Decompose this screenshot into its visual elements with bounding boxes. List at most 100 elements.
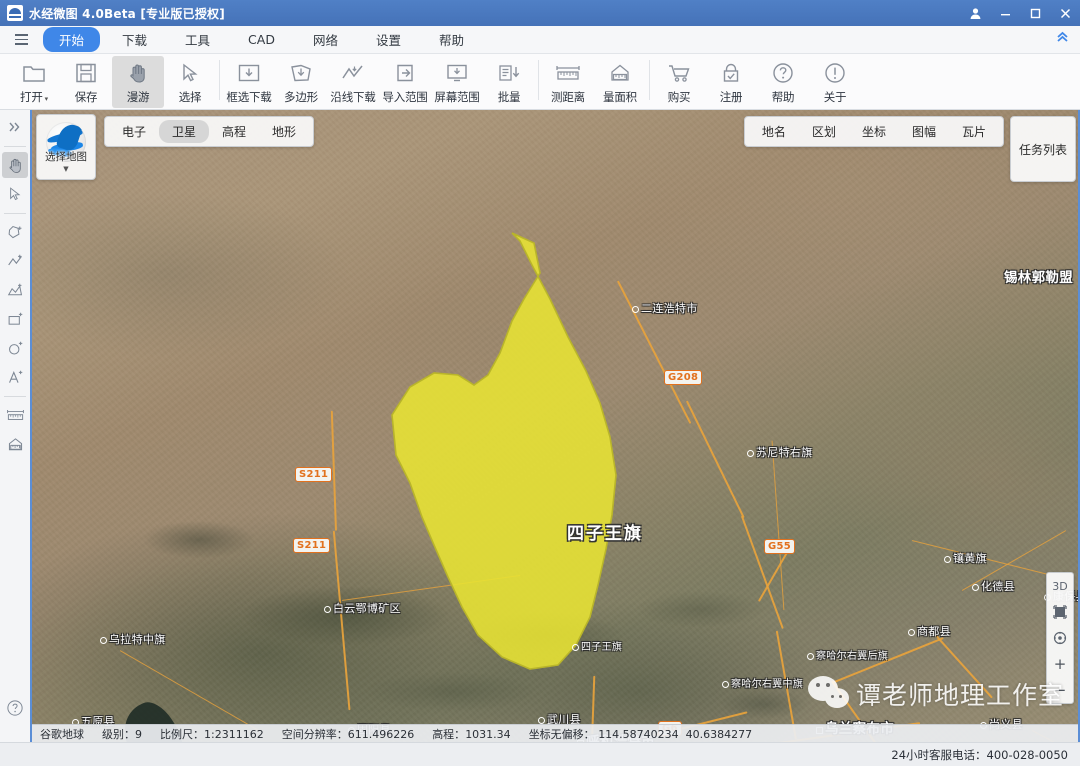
layer-tab-satellite[interactable]: 卫星 [159, 120, 210, 143]
register-button[interactable]: 注册 [705, 56, 757, 108]
tool-tab-placename[interactable]: 地名 [749, 120, 799, 143]
minimize-icon[interactable] [990, 0, 1020, 26]
buy-button[interactable]: 购买 [653, 56, 705, 108]
question-circle-icon [770, 60, 796, 86]
menu-item-start[interactable]: 开始 [43, 27, 101, 52]
polyline-download-button[interactable]: 沿线下载 [327, 56, 379, 108]
rail-divider-2 [4, 213, 26, 214]
polyline-download-label: 沿线下载 [330, 90, 376, 104]
save-button[interactable]: 保存 [60, 56, 112, 108]
app-title: 水经微图 4.0Beta [专业版已授权] [29, 6, 225, 21]
batch-button[interactable]: 批量 [483, 56, 535, 108]
map-source-label: 选择地图 [45, 150, 87, 163]
pan-button-label: 漫游 [126, 90, 150, 104]
rail-divider-1 [4, 146, 26, 147]
add-text-icon[interactable] [2, 364, 28, 390]
tool-tab-tile[interactable]: 瓦片 [949, 120, 999, 143]
polygon-download-button[interactable]: 多边形 [275, 56, 327, 108]
chevron-double-up-icon[interactable] [1055, 30, 1070, 46]
map-place-label: 乌拉特中旗 [100, 631, 166, 647]
close-icon[interactable] [1050, 0, 1080, 26]
layer-tab-terrain[interactable]: 地形 [259, 120, 309, 143]
map-place-label: 察哈尔右翼后旗 [807, 647, 888, 662]
map-place-label: 苏尼特右旗 [747, 444, 813, 460]
ribbon-toolbar: 打开 ▾ 保存 漫游 选择 框选下载 多边形 沿线下载 导入范围 屏幕范围 批量… [0, 54, 1080, 110]
rect-download-label: 框选下载 [226, 90, 272, 104]
ribbon-divider-3 [649, 60, 650, 100]
menu-item-settings[interactable]: 设置 [360, 27, 417, 52]
ribbon-divider [219, 60, 220, 100]
left-tool-rail [0, 110, 32, 742]
user-account-icon[interactable] [960, 0, 990, 26]
add-polygon-icon[interactable] [2, 219, 28, 245]
hamburger-menu-icon[interactable] [8, 29, 34, 51]
pan-button[interactable]: 漫游 [112, 56, 164, 108]
menu-bar: 开始 下载 工具 CAD 网络 设置 帮助 [0, 26, 1080, 54]
rail-measure-area-icon[interactable] [2, 431, 28, 457]
rail-hand-pan-icon[interactable] [2, 152, 28, 178]
rect-download-button[interactable]: 框选下载 [223, 56, 275, 108]
map-viewport[interactable]: 四子王旗 二连浩特市 苏尼特右旗 镶黄旗 化德县 康保县 白云鄂博矿区 乌拉特中… [32, 110, 1080, 742]
tool-tab-mapsheet[interactable]: 图幅 [899, 120, 949, 143]
tool-tab-coordinate[interactable]: 坐标 [849, 120, 899, 143]
add-rectangle-icon[interactable] [2, 306, 28, 332]
add-circle-icon[interactable] [2, 335, 28, 361]
map-place-label: 察哈尔右翼中旗 [722, 675, 803, 690]
status-scale: 比例尺：1:2311162 [160, 727, 264, 741]
expand-right-icon[interactable] [2, 114, 28, 140]
rail-cursor-arrow-icon[interactable] [2, 181, 28, 207]
screen-range-label: 屏幕范围 [434, 90, 480, 104]
maximize-icon[interactable] [1020, 0, 1050, 26]
service-phone-text: 24小时客服电话：400-028-0050 [891, 747, 1068, 762]
application-window: 水经微图 4.0Beta [专业版已授权] 开始 下载 工具 CAD 网络 设置… [0, 0, 1080, 766]
chevron-down-icon[interactable]: ▼ [63, 165, 68, 173]
measure-distance-icon [555, 60, 581, 86]
zoom-out-icon[interactable]: − [1047, 677, 1073, 703]
hand-pan-icon [125, 60, 151, 86]
tool-tab-district[interactable]: 区划 [799, 120, 849, 143]
import-range-button[interactable]: 导入范围 [379, 56, 431, 108]
measure-distance-label: 测距离 [551, 90, 585, 104]
rail-measure-distance-icon[interactable] [2, 402, 28, 428]
road-shield: G55 [764, 539, 796, 554]
layer-tab-electronic[interactable]: 电子 [109, 120, 159, 143]
3d-view-icon[interactable]: 3D [1047, 573, 1073, 599]
menu-item-tools[interactable]: 工具 [169, 27, 226, 52]
rect-download-icon [236, 60, 262, 86]
measure-area-label: 量面积 [603, 90, 637, 104]
layer-tab-elevation[interactable]: 高程 [209, 120, 259, 143]
menu-item-network[interactable]: 网络 [297, 27, 354, 52]
screen-range-button[interactable]: 屏幕范围 [431, 56, 483, 108]
compass-icon[interactable] [1047, 625, 1073, 651]
rail-question-circle-icon[interactable] [2, 695, 28, 721]
open-button-label: 打开 [20, 90, 43, 104]
measure-area-button[interactable]: 量面积 [594, 56, 646, 108]
polygon-download-icon [288, 60, 314, 86]
zoom-in-icon[interactable]: + [1047, 651, 1073, 677]
rail-divider-3 [4, 396, 26, 397]
cursor-arrow-icon [177, 60, 203, 86]
road-shield: S211 [293, 538, 331, 553]
map-app-logo-icon [7, 5, 23, 21]
select-button[interactable]: 选择 [164, 56, 216, 108]
map-source-selector[interactable]: 选择地图 ▼ [36, 114, 96, 180]
task-list-button[interactable]: 任务列表 [1010, 116, 1076, 182]
map-place-label: 化德县 [972, 578, 1015, 594]
help-button[interactable]: 帮助 [757, 56, 809, 108]
shopping-cart-icon [666, 60, 692, 86]
rail-bottom-section [0, 695, 30, 724]
folder-open-icon [21, 60, 47, 86]
measure-distance-button[interactable]: 测距离 [542, 56, 594, 108]
add-polyline-icon[interactable] [2, 248, 28, 274]
open-button[interactable]: 打开 ▾ [8, 56, 60, 108]
add-area-icon[interactable] [2, 277, 28, 303]
about-button[interactable]: 关于 [809, 56, 861, 108]
fullscreen-icon[interactable] [1047, 599, 1073, 625]
menu-item-help[interactable]: 帮助 [423, 27, 480, 52]
select-button-label: 选择 [178, 90, 202, 104]
menu-item-cad[interactable]: CAD [232, 29, 291, 50]
lock-register-icon [718, 60, 744, 86]
map-region-label: 锡林郭勒盟 [1004, 270, 1073, 286]
menu-item-download[interactable]: 下载 [106, 27, 163, 52]
status-coordinate: 坐标无偏移： 114.58740234 40.6384277 [528, 727, 753, 741]
